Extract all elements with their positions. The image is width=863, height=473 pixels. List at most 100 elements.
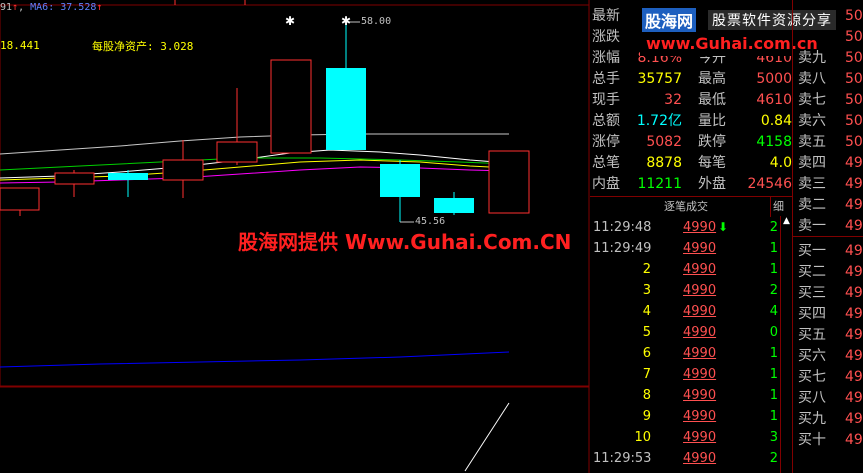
tick-volume: 3 [769, 430, 778, 445]
tick-price: 4990 [683, 430, 717, 445]
candle [326, 22, 366, 150]
tick-row: 4 4990 4 [590, 301, 792, 322]
tick-time: 10 [634, 430, 651, 445]
tick-price: 4990 [683, 283, 717, 298]
book-level-label: 卖二 [798, 197, 826, 213]
ma-label: MA6 [30, 2, 49, 13]
quote-value: 35757 [637, 71, 682, 87]
quote-label: 总笔 [592, 155, 620, 171]
order-book-row: 卖九 50 [793, 48, 863, 69]
quote-label: 跌停 [698, 134, 726, 150]
quote-row: 总手 35757 最高 5000 [590, 69, 792, 90]
book-level-price: 49 [845, 285, 863, 301]
tick-time: 11:29:53 [593, 451, 652, 466]
book-level-price: 49 [845, 348, 863, 364]
quote-row: 总额 1.72亿 量比 0.84 [590, 111, 792, 132]
book-level-label: 卖九 [798, 50, 826, 66]
quote-label: 涨跌 [592, 29, 620, 45]
tick-row: 9 4990 1 [590, 406, 792, 427]
book-level-label: 买六 [798, 348, 826, 364]
tick-time: 4 [642, 304, 651, 319]
tick-price: 4990 [683, 346, 717, 361]
quote-value: 8878 [646, 155, 682, 171]
book-level-label: 买七 [798, 369, 826, 385]
book-level-label: 买十 [798, 432, 826, 448]
order-book-row: 买二 49 [793, 262, 863, 283]
tick-volume: 4 [769, 304, 778, 319]
tick-time: 3 [642, 283, 651, 298]
tick-time: 9 [642, 409, 651, 424]
order-book-row: 卖六 50 [793, 111, 863, 132]
tick-price: 4990 [683, 388, 717, 403]
quote-label: 外盘 [698, 176, 726, 192]
tick-price: 4990 [683, 262, 717, 277]
quote-value: 4610 [756, 92, 792, 108]
tick-time: 11:29:49 [593, 241, 652, 256]
tick-volume: 1 [769, 262, 778, 277]
candle [216, 88, 258, 165]
order-book-row: 买四 49 [793, 304, 863, 325]
ma-value: 37.528 [60, 2, 97, 13]
scroll-up-icon[interactable]: ▲ [783, 216, 790, 226]
book-level-price: 50 [845, 92, 863, 108]
detail-tab[interactable]: 细 [770, 197, 784, 217]
quote-value: 5000 [756, 71, 792, 87]
down-arrow-icon: ⬇ [718, 220, 729, 234]
quote-value: 5082 [646, 134, 682, 150]
tick-time: 5 [642, 325, 651, 340]
tick-row: 10 4990 3 [590, 427, 792, 448]
quote-value: 4158 [756, 134, 792, 150]
indicator-value: 18.441 [0, 39, 40, 52]
book-level-price: 50 [845, 8, 863, 24]
candle [108, 170, 148, 197]
book-level-label: 卖一 [798, 218, 826, 234]
order-book-row: 50 [793, 27, 863, 48]
quote-label: 最低 [698, 92, 726, 108]
order-book-row: 卖八 50 [793, 69, 863, 90]
tick-time: 2 [642, 262, 651, 277]
book-level-price: 49 [845, 197, 863, 213]
quote-value: 0.84 [760, 113, 792, 129]
quote-label: 最高 [698, 71, 726, 87]
tick-row: 3 4990 2 [590, 280, 792, 301]
book-level-label: 卖三 [798, 176, 826, 192]
quote-value: 32 [664, 92, 682, 108]
order-book-row: 卖三 49 [793, 174, 863, 195]
high-price-label: 58.00 [361, 16, 392, 27]
order-book-row: 卖七 50 [793, 90, 863, 111]
book-level-label: 买九 [798, 411, 826, 427]
tick-list-panel[interactable]: 逐笔成交 细 11:29:48 4990 ⬇ 2 11:29:49 4990 1 2 4990 1… [590, 196, 792, 473]
quote-value: 24546 [747, 176, 792, 192]
candle [270, 59, 312, 154]
tick-row: 11:29:48 4990 ⬇ 2 [590, 217, 792, 238]
book-level-label: 买八 [798, 390, 826, 406]
order-book-row: 买一 49 [793, 241, 863, 262]
candle [54, 170, 95, 197]
order-book-row: 买五 49 [793, 325, 863, 346]
quote-value: 4.0 [769, 155, 792, 171]
book-level-label: 买三 [798, 285, 826, 301]
quote-label: 涨幅 [592, 50, 620, 66]
quote-label: 每笔 [698, 155, 726, 171]
book-level-price: 49 [845, 327, 863, 343]
order-book-row: 买六 49 [793, 346, 863, 367]
watermark-text: 股海网提供 Www.Guhai.Com.CN [238, 230, 572, 254]
kline-chart[interactable]: ✱ ✱ 91↑, MA6: 37.528↑ 18.441 每股净资产: 3.02… [0, 0, 590, 473]
tick-volume: 2 [769, 451, 778, 466]
tick-price: 4990 [683, 367, 717, 382]
candle [434, 192, 474, 215]
book-level-price: 49 [845, 264, 863, 280]
book-level-label: 买二 [798, 264, 826, 280]
order-book: 50 50 卖九 50 卖八 50 卖七 50 卖六 50 卖五 50 卖四 49 卖三 49 卖二 49 卖一 49… [792, 0, 863, 473]
tick-row: 6 4990 1 [590, 343, 792, 364]
tick-volume: 1 [769, 241, 778, 256]
book-level-price: 49 [845, 369, 863, 385]
order-book-row: 卖一 49 [793, 216, 863, 237]
tick-price: 4990 [683, 451, 717, 466]
tick-row: 7 4990 1 [590, 364, 792, 385]
book-level-price: 50 [845, 29, 863, 45]
tick-scrollbar[interactable]: ▲ [780, 216, 792, 473]
order-book-row: 50 [793, 6, 863, 27]
tick-row: 11:29:53 4990 2 [590, 448, 792, 469]
candle [162, 140, 204, 198]
